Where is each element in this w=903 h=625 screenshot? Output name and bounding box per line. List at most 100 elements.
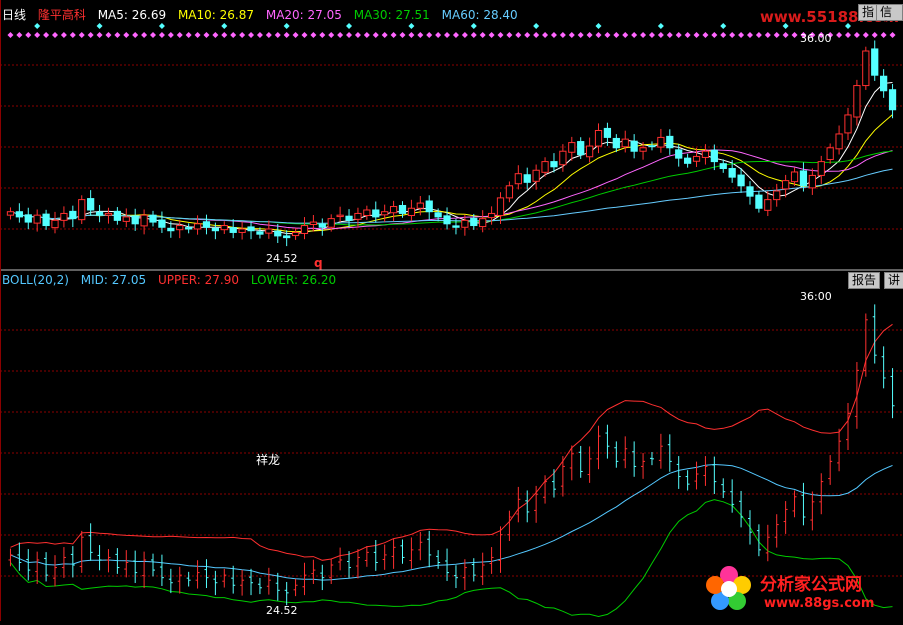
signal-diamond <box>354 32 361 38</box>
signal-diamond <box>283 32 290 38</box>
candle-body <box>202 221 211 228</box>
candle-body <box>799 170 808 187</box>
candle-body <box>256 231 264 235</box>
signal-diamond <box>702 32 709 38</box>
marker-q: q <box>314 256 323 270</box>
signal-diamond <box>87 32 94 38</box>
candle-body <box>354 212 362 220</box>
signal-diamond <box>292 32 299 38</box>
signal-diamond <box>123 32 130 38</box>
signal-diamond <box>533 23 540 29</box>
boll-lower-line <box>10 499 893 618</box>
candle-body <box>345 215 353 221</box>
boll-title[interactable]: BOLL(20,2) <box>2 273 69 287</box>
candle-body <box>265 228 273 234</box>
candle-body <box>692 155 701 162</box>
signal-diamond <box>43 32 50 38</box>
signal-diamond <box>533 32 540 38</box>
signal-diamond <box>212 32 219 38</box>
signal-diamond <box>479 32 486 38</box>
signal-diamond <box>328 32 335 38</box>
ma30-readout: MA30: 27.51 <box>353 8 430 22</box>
signal-diamond <box>595 23 602 29</box>
flower-logo-icon <box>706 566 751 610</box>
candle-body <box>229 227 237 233</box>
signal-diamond <box>497 32 504 38</box>
candle-body <box>95 211 104 216</box>
candle-body <box>880 75 888 92</box>
signal-diamond <box>746 32 753 38</box>
candle-body <box>363 209 371 217</box>
next-button[interactable]: 讲 <box>884 272 903 289</box>
candle-body <box>657 136 665 148</box>
signal-diamond <box>283 23 290 29</box>
candle-body <box>113 210 121 221</box>
signal-diamond <box>470 23 477 29</box>
signal-diamond <box>105 32 112 38</box>
signal-diamond <box>711 32 718 38</box>
signal-diamond <box>444 32 451 38</box>
signal-diamond <box>310 32 317 38</box>
signal-diamond <box>559 32 566 38</box>
ma20-readout: MA20: 27.05 <box>265 8 342 22</box>
bottom-watermark-site: www.88gs.com <box>764 596 875 611</box>
signal-diamond <box>319 32 326 38</box>
signal-diamond <box>34 32 41 38</box>
candle-body <box>167 227 175 232</box>
high-label-main: 36.00 <box>800 32 832 45</box>
signal-diamond <box>622 32 629 38</box>
candle-body <box>728 168 736 178</box>
candle-body <box>78 199 86 221</box>
candle-body <box>381 211 389 216</box>
candle-body <box>701 150 710 158</box>
candle-body <box>862 50 870 87</box>
bottom-watermark-name: 分析家公式网 <box>760 575 862 595</box>
signal-diamond <box>853 32 860 38</box>
candle-body <box>372 209 380 218</box>
signal-diamond <box>167 32 174 38</box>
signal-diamond <box>426 32 433 38</box>
signal-diamond <box>390 32 397 38</box>
candle-body <box>648 145 656 148</box>
candle-body <box>621 138 629 148</box>
candle-body <box>888 89 897 111</box>
signal-diamond <box>34 23 41 29</box>
signal-diamond <box>158 32 165 38</box>
candle-body <box>452 225 460 228</box>
candle-body <box>247 226 255 232</box>
candle-body <box>238 228 246 233</box>
candle-body <box>220 225 228 231</box>
report-button[interactable]: 报告 <box>848 272 881 289</box>
signal-diamond <box>515 32 522 38</box>
signal-diamond <box>550 32 557 38</box>
signal-diamond <box>230 32 237 38</box>
signal-diamond <box>194 32 201 38</box>
candle-body <box>300 225 309 234</box>
candle-body <box>675 149 683 159</box>
signal-diamond <box>399 32 406 38</box>
signal-diamond <box>52 32 59 38</box>
signal-diamond <box>221 32 228 38</box>
candle-body <box>666 135 674 149</box>
candle-body <box>585 145 594 158</box>
signal-diamond <box>791 32 798 38</box>
signal-diamond <box>417 32 424 38</box>
candle-body <box>773 190 781 201</box>
candle-body <box>131 215 139 225</box>
info-button[interactable]: 信息 <box>876 4 903 34</box>
grid <box>0 64 903 577</box>
main-candles <box>6 40 897 247</box>
candle-body <box>140 214 148 227</box>
period-label[interactable]: 日线 <box>2 8 26 22</box>
ma-legend: 日线 隆平高科 MA5: 26.69 MA10: 26.87 MA20: 27.… <box>0 6 526 22</box>
boll-bars <box>8 304 895 606</box>
indicator-button[interactable]: 指 <box>858 4 879 21</box>
candle-body <box>683 157 692 164</box>
signal-diamond <box>862 32 869 38</box>
candle-body <box>309 221 318 225</box>
boll-mid-line <box>10 463 893 581</box>
candle-body <box>291 231 300 237</box>
signal-diamond <box>648 32 655 38</box>
candle-body <box>283 235 291 239</box>
candle-body <box>425 200 433 213</box>
